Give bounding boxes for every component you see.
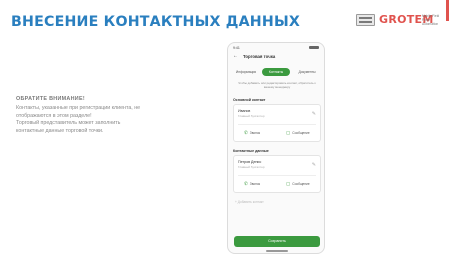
page-title: ВНЕСЕНИЕ КОНТАКТНЫХ ДАННЫХ <box>11 14 300 30</box>
message-icon: ▢ <box>286 181 291 186</box>
call-label: Звонок <box>249 182 261 186</box>
grotem-logo: GROTEM Mobile Field Force Automation <box>356 13 440 27</box>
note-line: контактные данные торговой точки. <box>16 127 104 134</box>
contact-role: Главный бухгалтер <box>238 114 265 118</box>
edit-pencil-icon[interactable]: ✎ <box>312 111 316 117</box>
section-main-contact: Основной контакт <box>233 98 266 102</box>
tab-info[interactable]: Информация <box>232 68 260 76</box>
section-contact-data: Контактные данные <box>233 149 269 153</box>
edit-pencil-icon[interactable]: ✎ <box>312 162 316 168</box>
phone-icon: ✆ <box>244 181 248 186</box>
tab-contacts[interactable]: Контакты <box>262 68 290 76</box>
contacts-hint: Чтобы добавить или редактировать контакт… <box>238 81 316 89</box>
message-button[interactable]: ▢ Сообщение <box>286 179 310 188</box>
status-bar-time: 9:41 <box>233 46 240 50</box>
contact-role: Главный бухгалтер <box>238 165 265 169</box>
message-icon: ▢ <box>286 130 291 135</box>
logo-subtitle: Mobile Field Force Automation <box>422 14 440 26</box>
call-label: Звонок <box>249 131 261 135</box>
tab-documents[interactable]: Документы <box>292 68 322 76</box>
contact-card[interactable]: Петров Денис Главный бухгалтер ✎ ✆ Звонок… <box>233 155 321 193</box>
battery-icon <box>309 46 319 49</box>
contact-name: Петров Денис <box>238 160 262 164</box>
phone-mockup: 9:41 ← Торговая точка Информация Контакт… <box>227 42 325 254</box>
save-button[interactable]: Сохранить <box>234 236 320 247</box>
message-label: Сообщение <box>292 131 310 135</box>
call-button[interactable]: ✆ Звонок <box>244 128 260 137</box>
contact-card[interactable]: Иванов Главный бухгалтер ✎ ✆ Звонок ▢ Сооб… <box>233 104 321 142</box>
slide: ВНЕСЕНИЕ КОНТАКТНЫХ ДАННЫХ GROTEM Mobile… <box>0 0 449 257</box>
note-line: Контакты, указанные при регистрации клие… <box>16 105 141 111</box>
attention-note: ОБРАТИТЕ ВНИМАНИЕ! Контакты, указанные п… <box>16 96 212 135</box>
home-indicator <box>266 250 288 252</box>
message-button[interactable]: ▢ Сообщение <box>286 128 310 137</box>
note-heading: ОБРАТИТЕ ВНИМАНИЕ! <box>16 96 85 102</box>
phone-screen-title: Торговая точка <box>243 54 276 59</box>
back-arrow-icon[interactable]: ← <box>233 53 238 59</box>
note-line: Торговый представитель может заполнить <box>16 120 121 127</box>
logo-mark-icon <box>356 14 375 26</box>
contact-name: Иванов <box>238 109 251 113</box>
call-button[interactable]: ✆ Звонок <box>244 179 260 188</box>
add-contact-link[interactable]: + Добавить контакт <box>235 200 264 204</box>
message-label: Сообщение <box>292 182 310 186</box>
card-divider <box>238 175 316 176</box>
phone-icon: ✆ <box>244 130 248 135</box>
card-divider <box>238 124 316 125</box>
phone-tabs: Информация Контакты Документы <box>232 68 322 77</box>
